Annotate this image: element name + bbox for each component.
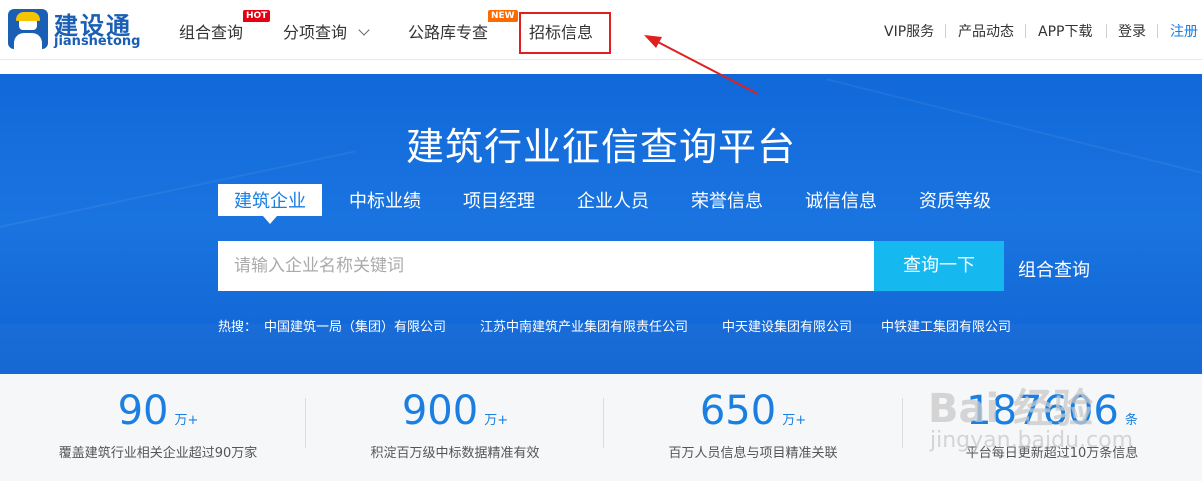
logo[interactable]: 建设通 jianshetong [8,8,148,52]
hot-search-label: 热搜： [218,320,258,335]
stat-description: 覆盖建筑行业相关企业超过90万家 [58,446,258,461]
stat-number: 650 [699,388,777,434]
login-link[interactable]: 登录 [1118,21,1146,41]
hot-search-link[interactable]: 中天建设集团有限公司 [722,316,852,335]
stat-unit: 万+ [782,413,807,428]
nav-label: 公路库专查 [408,23,489,42]
stat-bids: 900 万+ 积淀百万级中标数据精准有效 [305,374,605,481]
register-link[interactable]: 注册 [1170,21,1198,41]
worker-logo-icon [8,9,48,49]
logo-subtitle: jianshetong [54,34,141,49]
hot-badge: HOT [243,10,271,22]
tab-enterprise-staff[interactable]: 企业人员 [577,187,649,213]
hot-search-link[interactable]: 中国建筑一局（集团）有限公司 [264,316,446,335]
divider [1025,24,1026,38]
nav-label: 组合查询 [179,23,244,42]
nav-app-download[interactable]: APP下载 [1038,21,1092,41]
hot-search-link[interactable]: 江苏中南建筑产业集团有限责任公司 [480,316,688,335]
nav-item-highway-query[interactable]: 公路库专查 NEW [408,10,518,43]
search-button[interactable]: 查询一下 [874,241,1004,291]
tab-bid-performance[interactable]: 中标业绩 [349,187,421,213]
divider [945,24,946,38]
stat-enterprises: 90 万+ 覆盖建筑行业相关企业超过90万家 [8,374,308,481]
stat-description: 百万人员信息与项目精准关联 [668,446,838,461]
divider [1157,24,1158,38]
page-title: 建筑行业征信查询平台 [405,125,796,169]
top-header: 建设通 jianshetong 组合查询 HOT 分项查询 公路库专查 NEW … [0,0,1202,60]
nav-item-combo-query[interactable]: 组合查询 HOT [179,10,271,43]
nav-vip-service[interactable]: VIP服务 [884,21,934,41]
hot-search-link[interactable]: 中铁建工集团有限公司 [881,316,1011,335]
search-banner: 建筑行业征信查询平台 建筑企业 中标业绩 项目经理 企业人员 荣誉信息 诚信信息… [0,74,1202,374]
stat-description: 平台每日更新超过10万条信息 [965,446,1139,461]
stat-number: 187606 [966,388,1119,434]
stat-number: 90 [117,388,169,434]
tab-qualification-level[interactable]: 资质等级 [919,187,991,213]
stat-unit: 条 [1124,413,1138,428]
tab-project-manager[interactable]: 项目经理 [463,187,535,213]
nav-item-sub-query[interactable]: 分项查询 [283,19,370,43]
stat-personnel: 650 万+ 百万人员信息与项目精准关联 [603,374,903,481]
combo-query-link[interactable]: 组合查询 [1018,256,1090,282]
stat-daily-updates: 187606 条 平台每日更新超过10万条信息 [902,374,1202,481]
new-badge: NEW [488,10,518,22]
nav-label: 分项查询 [283,23,348,42]
tab-credit-info[interactable]: 诚信信息 [805,187,877,213]
tab-honor-info[interactable]: 荣誉信息 [691,187,763,213]
stats-bar: 90 万+ 覆盖建筑行业相关企业超过90万家 900 万+ 积淀百万级中标数据精准有… [0,374,1202,481]
search-input[interactable] [218,241,874,291]
stat-description: 积淀百万级中标数据精准有效 [370,446,540,461]
divider [1106,24,1107,38]
annotation-highlight-box [519,12,611,54]
chevron-down-icon [358,24,370,36]
stat-unit: 万+ [484,413,509,428]
tab-construction-enterprise[interactable]: 建筑企业 [218,184,322,224]
nav-product-news[interactable]: 产品动态 [958,21,1014,41]
stat-unit: 万+ [174,413,199,428]
stat-number: 900 [401,388,479,434]
